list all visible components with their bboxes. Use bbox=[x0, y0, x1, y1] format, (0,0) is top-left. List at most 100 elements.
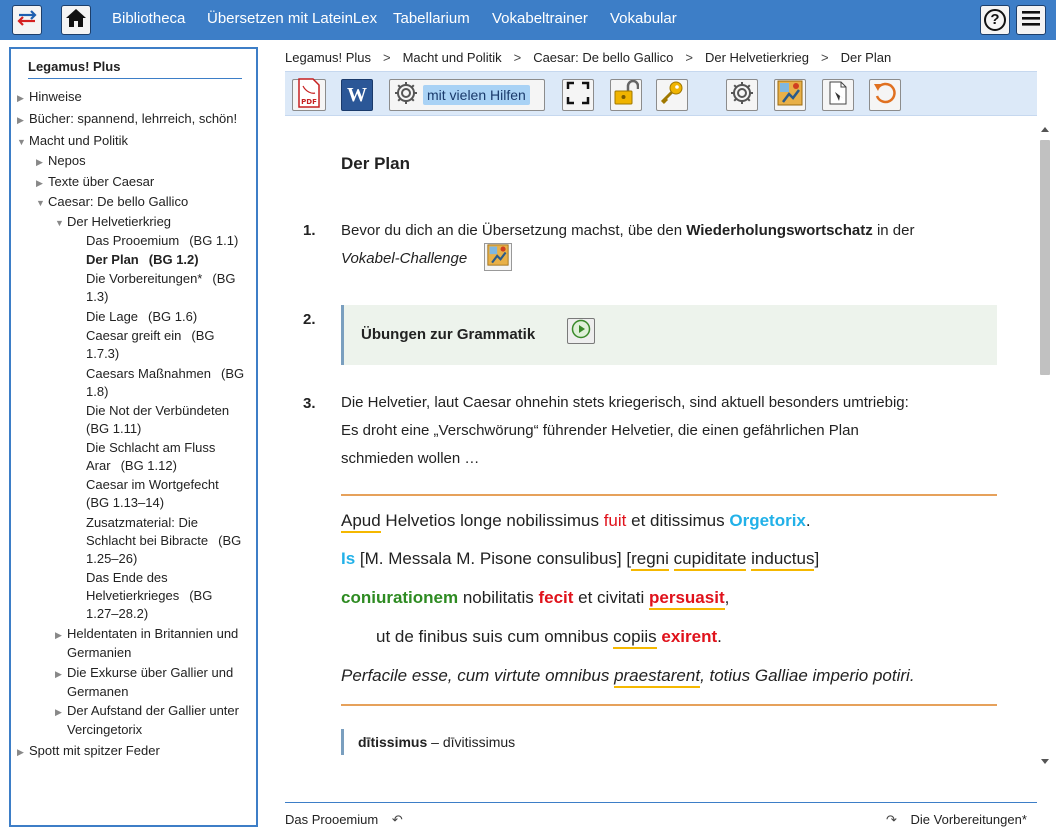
latin-line-5: Perfacile esse, cum virtute omnibus prae… bbox=[341, 666, 915, 688]
collapse-triangle-icon: ▼ bbox=[36, 198, 45, 208]
tree-item-hinweise[interactable]: ▶ Hinweise bbox=[17, 88, 82, 107]
breadcrumb-item[interactable]: Macht und Politik bbox=[403, 50, 502, 65]
tree-item-label: Bücher: spannend, lehrreich, schön! bbox=[29, 111, 238, 126]
chapter-ende-helvetierkrieg[interactable]: Das Ende des Helvetierkrieges (BG 1.27–28… bbox=[86, 569, 254, 623]
divider bbox=[341, 704, 997, 706]
chapter-not-der-verbuendeten[interactable]: Die Not der Verbündeten (BG 1.11) bbox=[86, 402, 254, 438]
breadcrumb-item[interactable]: Der Helvetierkrieg bbox=[705, 50, 809, 65]
tree-item-de-bello-gallico[interactable]: ▼ Caesar: De bello Gallico bbox=[36, 193, 188, 212]
worksheet-icon bbox=[825, 80, 851, 111]
step-3-text: Die Helvetier, laut Caesar ohnehin stets… bbox=[341, 394, 909, 467]
word-button[interactable]: W bbox=[341, 79, 373, 111]
nav-uebersetzen[interactable]: Übersetzen mit LateinLex bbox=[207, 10, 377, 27]
grammar-exercise-label: Übungen zur Grammatik bbox=[361, 326, 536, 343]
unlock-button[interactable] bbox=[610, 79, 642, 111]
tree-item-label: Texte über Caesar bbox=[48, 174, 155, 189]
reset-button[interactable] bbox=[869, 79, 901, 111]
chapter-schlacht-am-arar[interactable]: Die Schlacht am Fluss Arar (BG 1.12) bbox=[86, 439, 254, 475]
next-chapter-link[interactable]: ↷ Die Vorbereitungen* bbox=[886, 812, 1027, 828]
tree-item-label: Nepos bbox=[48, 153, 86, 168]
collapse-triangle-icon: ▼ bbox=[17, 137, 26, 147]
chapter-wortgefecht[interactable]: Caesar im Wortgefecht (BG 1.13–14) bbox=[86, 476, 254, 512]
scroll-thumb[interactable] bbox=[1040, 140, 1050, 375]
main-content: Der Plan 1. Bevor du dich an die Überset… bbox=[285, 117, 1037, 800]
latin-line-2: Is [M. Messala M. Pisone consulibus] [re… bbox=[341, 549, 819, 571]
tree-item-macht-und-politik[interactable]: ▼ Macht und Politik bbox=[17, 132, 128, 151]
fullscreen-button[interactable] bbox=[562, 79, 594, 111]
step-number: 3. bbox=[303, 395, 316, 412]
chapter-footer-nav: Das Prooemium ↶ ↷ Die Vorbereitungen* bbox=[285, 802, 1037, 832]
pdf-button[interactable]: PDF bbox=[292, 77, 326, 111]
top-navigation-bar: Bibliotheca Übersetzen mit LateinLex Tab… bbox=[0, 0, 1056, 40]
tree-item-helvetierkrieg[interactable]: ▼ Der Helvetierkrieg bbox=[55, 213, 171, 232]
chapter-der-plan[interactable]: Der Plan (BG 1.2) bbox=[86, 251, 254, 269]
tree-item-nepos[interactable]: ▶ Nepos bbox=[36, 152, 86, 171]
expand-triangle-icon: ▶ bbox=[36, 157, 43, 167]
tree-item-buecher[interactable]: ▶ Bücher: spannend, lehrreich, schön! bbox=[17, 110, 237, 129]
expand-triangle-icon: ▶ bbox=[55, 669, 62, 679]
expand-triangle-icon: ▶ bbox=[17, 747, 24, 757]
step-number: 1. bbox=[303, 222, 316, 239]
settings-button[interactable] bbox=[726, 79, 758, 111]
content-scrollbar[interactable] bbox=[1037, 125, 1052, 770]
tree-item-exkurse[interactable]: ▶ Die Exkurse über Gallier und Germanen bbox=[55, 664, 255, 701]
chapter-lage[interactable]: Die Lage (BG 1.6) bbox=[86, 308, 254, 326]
tree-item-label: Caesar: De bello Gallico bbox=[48, 194, 189, 209]
nav-tabellarium[interactable]: Tabellarium bbox=[393, 10, 470, 27]
menu-button[interactable] bbox=[1016, 5, 1046, 35]
sidebar-tree: Legamus! Plus ▶ Hinweise ▶ Bücher: spannen… bbox=[9, 47, 258, 827]
tree-item-spott[interactable]: ▶ Spott mit spitzer Feder bbox=[17, 742, 160, 761]
nav-bibliotheca[interactable]: Bibliotheca bbox=[112, 10, 185, 27]
worksheet-button[interactable] bbox=[822, 79, 854, 111]
breadcrumb-item[interactable]: Legamus! Plus bbox=[285, 50, 371, 65]
prev-chapter-link[interactable]: Das Prooemium ↶ bbox=[285, 812, 403, 828]
collapse-triangle-icon: ▼ bbox=[55, 218, 64, 228]
breadcrumb-item[interactable]: Caesar: De bello Gallico bbox=[533, 50, 673, 65]
breadcrumb: Legamus! Plus > Macht und Politik > Caesar: … bbox=[285, 50, 892, 65]
key-button[interactable] bbox=[656, 79, 688, 111]
latin-line-3: coniurationem nobilitatis fecit et civit… bbox=[341, 588, 729, 610]
scroll-down-icon[interactable] bbox=[1041, 759, 1049, 764]
help-mode-label: mit vielen Hilfen bbox=[423, 85, 530, 105]
home-icon bbox=[65, 8, 87, 33]
chapter-vorbereitungen[interactable]: Die Vorbereitungen* (BG 1.3) bbox=[86, 270, 254, 306]
tree-item-texte-ueber-caesar[interactable]: ▶ Texte über Caesar bbox=[36, 173, 154, 192]
content-toolbar: PDF W mit vielen Hilfen bbox=[285, 71, 1037, 116]
chapter-caesars-massnahmen[interactable]: Caesars Maßnahmen (BG 1.8) bbox=[86, 365, 254, 401]
expand-triangle-icon: ▶ bbox=[17, 115, 24, 125]
challenge-icon bbox=[487, 243, 509, 271]
nav-vokabeltrainer[interactable]: Vokabeltrainer bbox=[492, 10, 588, 27]
help-icon: ? bbox=[984, 9, 1006, 31]
chapter-zusatzmaterial-bibracte[interactable]: Zusatzmaterial: Die Schlacht bei Bibract… bbox=[86, 514, 254, 568]
expand-triangle-icon: ▶ bbox=[55, 707, 62, 717]
switch-button[interactable] bbox=[12, 5, 42, 35]
tree-item-aufstand-vercingetorix[interactable]: ▶ Der Aufstand der Gallier unter Vercinge… bbox=[55, 702, 255, 739]
gear-icon bbox=[729, 80, 755, 111]
menu-icon bbox=[1021, 9, 1041, 32]
chapter-prooemium[interactable]: Das Prooemium (BG 1.1) bbox=[86, 232, 254, 250]
sidebar-title[interactable]: Legamus! Plus bbox=[28, 59, 242, 79]
scroll-up-icon[interactable] bbox=[1041, 127, 1049, 132]
expand-triangle-icon: ▶ bbox=[17, 93, 24, 103]
page-title: Der Plan bbox=[341, 154, 410, 173]
play-icon bbox=[571, 319, 591, 344]
tree-item-label: Macht und Politik bbox=[29, 133, 128, 148]
step-number: 2. bbox=[303, 311, 316, 328]
fullscreen-icon bbox=[566, 81, 590, 110]
vocab-challenge-button[interactable] bbox=[774, 79, 806, 111]
divider bbox=[341, 494, 997, 496]
nav-vokabular[interactable]: Vokabular bbox=[610, 10, 677, 27]
home-button[interactable] bbox=[61, 5, 91, 35]
latin-line-4: ut de finibus suis cum omnibus copiis ex… bbox=[376, 627, 722, 649]
redo-arrow-icon: ↷ bbox=[886, 812, 897, 827]
breadcrumb-current: Der Plan bbox=[840, 50, 892, 65]
gear-icon bbox=[393, 80, 419, 111]
tree-item-britannien-germanien[interactable]: ▶ Heldentaten in Britannien und Germanien bbox=[55, 625, 255, 662]
chapter-caesar-greift-ein[interactable]: Caesar greift ein (BG 1.7.3) bbox=[86, 327, 254, 363]
vocab-challenge-link[interactable] bbox=[484, 243, 512, 271]
help-button[interactable]: ? bbox=[980, 5, 1010, 35]
help-mode-selector[interactable]: mit vielen Hilfen bbox=[389, 79, 545, 111]
expand-triangle-icon: ▶ bbox=[36, 178, 43, 188]
challenge-icon bbox=[777, 80, 803, 111]
grammar-play-button[interactable] bbox=[567, 318, 595, 344]
